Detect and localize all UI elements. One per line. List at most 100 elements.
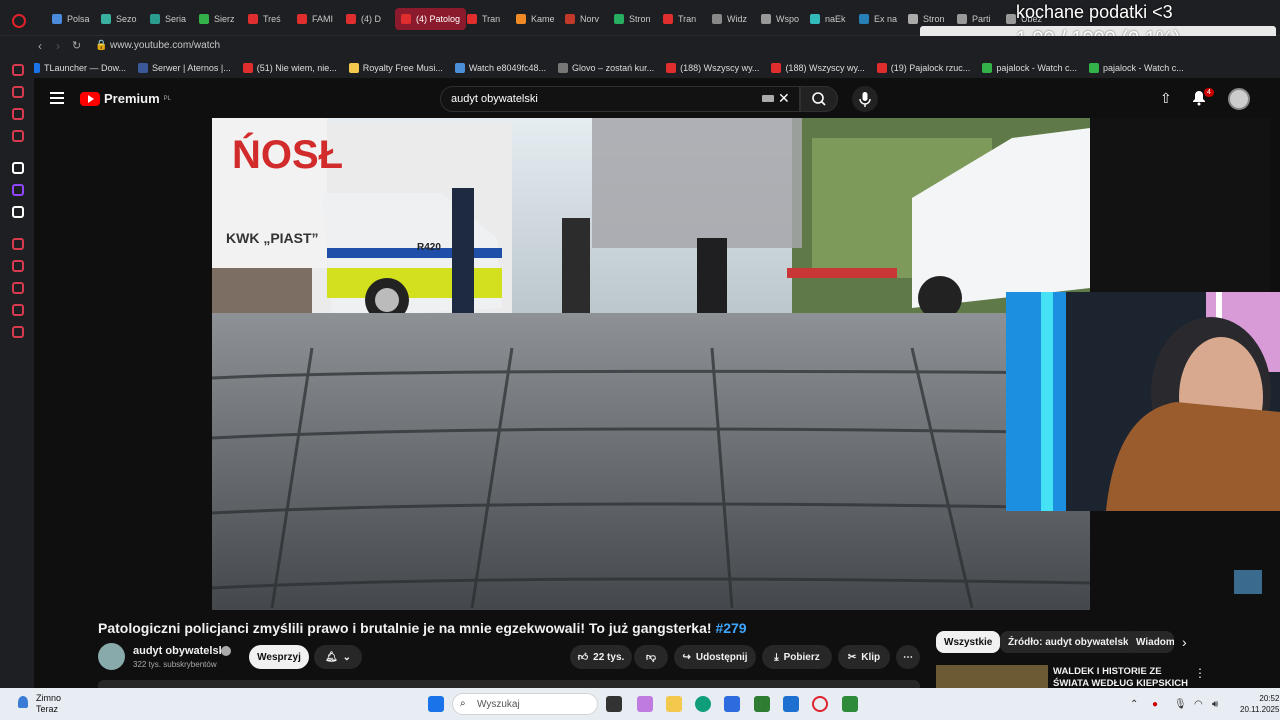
store-icon[interactable] xyxy=(724,696,740,712)
search-button[interactable] xyxy=(800,86,838,112)
subscription-bell-button[interactable]: 🔔︎ ⌄ xyxy=(314,645,362,669)
sidebar-aria-icon[interactable] xyxy=(12,64,24,76)
sidebar-x-icon[interactable] xyxy=(12,206,24,218)
bookmark-label: (188) Wszyscy wy... xyxy=(680,63,760,73)
youtube-logo[interactable]: Premium PL xyxy=(80,91,171,106)
lock-icon[interactable]: 🔒 xyxy=(95,40,107,51)
clear-search-icon[interactable]: ✕ xyxy=(778,90,790,107)
voice-search-button[interactable] xyxy=(852,86,878,112)
system-clock[interactable]: 20:52 20.11.2025 xyxy=(1240,693,1279,715)
browser-tab[interactable]: Ex na xyxy=(859,8,897,30)
browser-tab[interactable]: Sezo xyxy=(101,8,137,30)
channel-avatar[interactable] xyxy=(98,643,125,670)
chip-news[interactable]: Wiadomości xyxy=(1128,631,1174,653)
bookmark-item[interactable]: (51) Nie wiem, nie... xyxy=(242,63,337,73)
browser-tab[interactable]: naEk xyxy=(810,8,846,30)
sidebar-wallet-icon[interactable] xyxy=(12,260,24,272)
share-button[interactable]: ↪ Udostępnij xyxy=(674,645,756,669)
sidebar-pinboard-icon[interactable] xyxy=(12,238,24,250)
bookmark-item[interactable]: TLauncher — Dow... xyxy=(30,63,126,73)
bookmark-item[interactable]: Watch e8049fc48... xyxy=(454,63,546,73)
browser-tab[interactable]: Norv xyxy=(565,8,599,30)
opera-logo-icon[interactable] xyxy=(12,14,26,28)
bookmark-item[interactable]: Royalty Free Musi... xyxy=(348,63,443,73)
more-actions-button[interactable]: ⋯ xyxy=(896,645,920,669)
chevron-right-icon[interactable]: › xyxy=(1182,634,1187,650)
sidebar-messenger-icon[interactable] xyxy=(12,108,24,120)
reload-icon[interactable]: ↻ xyxy=(72,39,81,52)
bookmark-item[interactable]: (188) Wszyscy wy... xyxy=(666,63,759,73)
browser-tab[interactable]: Seria xyxy=(150,8,186,30)
sidebar-extensions-icon[interactable] xyxy=(12,304,24,316)
browser-tab[interactable]: Stron xyxy=(614,8,651,30)
file-explorer-icon[interactable] xyxy=(666,696,682,712)
browser-tab[interactable]: FAMI xyxy=(297,8,333,30)
tray-app-icon[interactable]: ● xyxy=(1152,699,1158,710)
sidebar-workspace-icon[interactable] xyxy=(12,86,24,98)
browser-tab[interactable]: Treś xyxy=(248,8,281,30)
browser-tab[interactable]: Sierz xyxy=(199,8,235,30)
support-button[interactable]: Wesprzyj xyxy=(249,645,309,669)
recommended-thumbnail[interactable] xyxy=(936,665,1048,689)
kwk-sign-text: KWK „PIAST” xyxy=(226,230,319,246)
url-field[interactable]: www.youtube.com/watch xyxy=(110,40,220,51)
dislike-button[interactable]: 👎︎ xyxy=(634,645,668,669)
browser-tab[interactable]: Tran xyxy=(467,8,500,30)
browser-tab[interactable]: Wspo xyxy=(761,8,799,30)
tab-favicon-icon xyxy=(565,14,575,24)
search-input[interactable]: audyt obywatelski xyxy=(440,86,800,112)
forward-icon[interactable]: › xyxy=(56,39,60,53)
recommended-title[interactable]: WALDEK I HISTORIE ZE ŚWIATA WEDŁUG KIEPS… xyxy=(1053,666,1193,690)
browser-tab[interactable]: Kame xyxy=(516,8,555,30)
clock-time: 20:52 xyxy=(1259,694,1280,703)
task-view-icon[interactable] xyxy=(606,696,622,712)
sidebar-twitch-icon[interactable] xyxy=(12,184,24,196)
sidebar-tiktok-icon[interactable] xyxy=(12,162,24,174)
clip-button[interactable]: ✂ Klip xyxy=(838,645,890,669)
copilot-icon[interactable] xyxy=(637,696,653,712)
download-button[interactable]: ⤓ Pobierz xyxy=(762,645,832,669)
bookmark-label: pajalock - Watch c... xyxy=(1103,63,1184,73)
sidebar-settings-icon[interactable] xyxy=(12,326,24,338)
minecraft-launcher-icon[interactable] xyxy=(754,696,770,712)
bookmark-label: Glovo – zostań kur... xyxy=(572,63,655,73)
chip-source[interactable]: Źródło: audyt obywatelski xyxy=(1000,631,1140,653)
tab-label: Treś xyxy=(263,14,281,24)
bookmark-favicon-icon xyxy=(348,63,359,73)
tray-mic-icon[interactable]: 🎙︎ xyxy=(1174,699,1187,710)
bookmark-item[interactable]: Serwer | Aternos |... xyxy=(138,63,231,73)
vscode-icon[interactable] xyxy=(783,696,799,712)
bookmark-item[interactable]: pajalock - Watch c... xyxy=(982,63,1077,73)
upload-icon[interactable]: ⇧ xyxy=(1160,90,1172,107)
tray-chevron-icon[interactable]: ⌃ xyxy=(1130,699,1138,710)
bookmark-item[interactable]: (188) Wszyscy wy... xyxy=(771,63,865,73)
wifi-icon[interactable]: ◠ xyxy=(1194,699,1203,710)
back-icon[interactable]: ‹ xyxy=(38,39,42,53)
taskbar-search-input[interactable]: Wyszukaj xyxy=(452,693,598,715)
account-avatar[interactable] xyxy=(1228,88,1250,110)
browser-tab[interactable]: (4) Patolog xyxy=(395,8,467,30)
more-vertical-icon[interactable]: ⋮ xyxy=(1194,666,1206,680)
app-icon[interactable] xyxy=(842,696,858,712)
channel-watermark[interactable] xyxy=(1234,570,1262,594)
bookmark-item[interactable]: pajalock - Watch c... xyxy=(1089,63,1184,73)
video-player[interactable]: ŃOSŁ KWK „PIAST” R420 xyxy=(212,118,1090,610)
browser-tab[interactable]: Tran xyxy=(663,8,696,30)
windows-start-icon[interactable] xyxy=(428,696,444,712)
bookmark-item[interactable]: (19) Pajalock rzuc... xyxy=(876,63,970,73)
browser-tab[interactable]: Polsa xyxy=(52,8,90,30)
bookmark-item[interactable]: Glovo – zostań kur... xyxy=(558,63,654,73)
keyboard-icon[interactable] xyxy=(762,95,774,102)
video-hashtag-link[interactable]: #279 xyxy=(715,620,746,636)
sidebar-history-icon[interactable] xyxy=(12,282,24,294)
hamburger-menu-icon[interactable] xyxy=(50,92,64,104)
volume-icon[interactable]: 🔊︎ xyxy=(1212,699,1218,710)
like-button[interactable]: 👍︎ 22 tys. xyxy=(570,645,632,669)
sidebar-music-icon[interactable] xyxy=(12,130,24,142)
browser-tab[interactable]: (4) D xyxy=(346,8,381,30)
chip-all[interactable]: Wszystkie xyxy=(936,631,1001,653)
channel-name[interactable]: audyt obywatelski xyxy=(133,645,228,657)
opera-gx-icon[interactable] xyxy=(812,696,828,712)
edge-icon[interactable] xyxy=(695,696,711,712)
browser-tab[interactable]: Widz xyxy=(712,8,747,30)
